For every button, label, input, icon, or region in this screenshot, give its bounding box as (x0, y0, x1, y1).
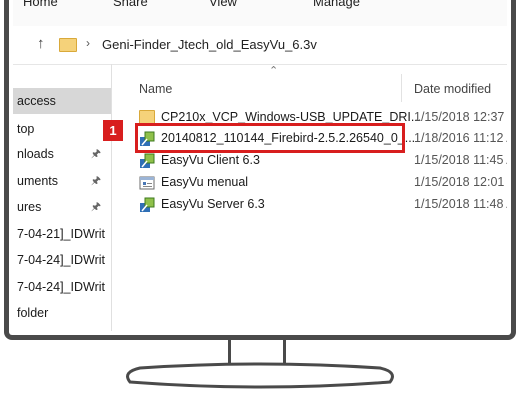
monitor-stand-base (126, 362, 394, 389)
monitor-frame: Home Share View Manage ↑ › Geni-Finder_J… (4, 0, 516, 340)
column-header-date[interactable]: Date modified (414, 82, 491, 96)
ribbon-tabs: Home Share View Manage (13, 0, 507, 27)
file-name: EasyVu Client 6.3 (161, 153, 260, 167)
file-row[interactable]: EasyVu Server 6.3 1/15/2018 11:48 A (111, 194, 507, 216)
setup-icon (139, 197, 155, 213)
nav-item-downloads[interactable]: nloads 🖈 (13, 141, 111, 167)
nav-item-folder-4[interactable]: folder (13, 300, 111, 326)
nav-item-folder-2[interactable]: 7-04-24]_IDWrit (13, 247, 111, 273)
pin-icon: 🖈 (90, 201, 101, 213)
pin-icon: 🖈 (90, 148, 101, 160)
nav-item-folder-1[interactable]: 7-04-21]_IDWrit (13, 221, 111, 247)
file-date: 1/15/2018 11:45 A (414, 153, 507, 167)
file-name: EasyVu menual (161, 175, 249, 189)
nav-item-pictures[interactable]: ures 🖈 (13, 194, 111, 220)
nav-item-desktop[interactable]: top (13, 116, 111, 142)
file-date: 1/15/2018 12:01 P (414, 175, 507, 189)
address-bar: ↑ › Geni-Finder_Jtech_old_EasyVu_6.3v (13, 26, 507, 65)
tab-view[interactable]: View (209, 0, 237, 9)
nav-item-label: nloads (17, 147, 54, 161)
file-date: 1/15/2018 11:48 A (414, 197, 507, 211)
step-badge: 1 (103, 120, 123, 141)
nav-item-label: folder (17, 306, 49, 320)
file-date: 1/18/2016 11:12 A (414, 131, 507, 145)
nav-item-label: ures (17, 200, 42, 214)
tab-manage[interactable]: Manage (313, 0, 360, 9)
folder-icon (59, 38, 77, 52)
column-divider[interactable] (401, 74, 402, 102)
file-row[interactable]: EasyVu menual 1/15/2018 12:01 P (111, 172, 507, 194)
file-row[interactable]: EasyVu Client 6.3 1/15/2018 11:45 A (111, 150, 507, 172)
pin-icon: 🖈 (90, 175, 101, 187)
column-header-name[interactable]: Name (139, 82, 172, 96)
sort-caret-icon: ⌃ (269, 65, 279, 77)
address-path[interactable]: Geni-Finder_Jtech_old_EasyVu_6.3v (102, 37, 317, 52)
nav-item-folder-3[interactable]: 7-04-24]_IDWrit (13, 274, 111, 300)
nav-item-label: top (17, 122, 35, 136)
nav-item-quick-access[interactable]: access (13, 88, 111, 114)
navigation-pane: access top nloads 🖈 uments 🖈 ures 🖈 7-04-21… (13, 64, 112, 331)
nav-item-label: 7-04-24]_IDWrit (17, 253, 105, 267)
nav-item-label: uments (17, 174, 58, 188)
file-explorer-window: Home Share View Manage ↑ › Geni-Finder_J… (13, 0, 507, 331)
chevron-right-icon[interactable]: › (86, 36, 90, 50)
tab-share[interactable]: Share (113, 0, 148, 9)
file-date: 1/15/2018 12:37 A (414, 110, 507, 124)
setup-icon (139, 153, 155, 169)
highlight-box (135, 123, 405, 153)
nav-item-documents[interactable]: uments 🖈 (13, 168, 111, 194)
document-icon (139, 175, 155, 191)
nav-item-label: 7-04-21]_IDWrit (17, 227, 105, 241)
nav-item-label: access (17, 94, 56, 108)
nav-item-label: 7-04-24]_IDWrit (17, 280, 105, 294)
file-name: EasyVu Server 6.3 (161, 197, 265, 211)
tab-home[interactable]: Home (23, 0, 58, 9)
up-arrow-icon[interactable]: ↑ (37, 35, 45, 52)
file-name: CP210x_VCP_Windows-USB_UPDATE_DRI... (161, 110, 422, 124)
file-list: ⌃ Name Date modified CP210x_VCP_Windows-… (111, 64, 507, 331)
